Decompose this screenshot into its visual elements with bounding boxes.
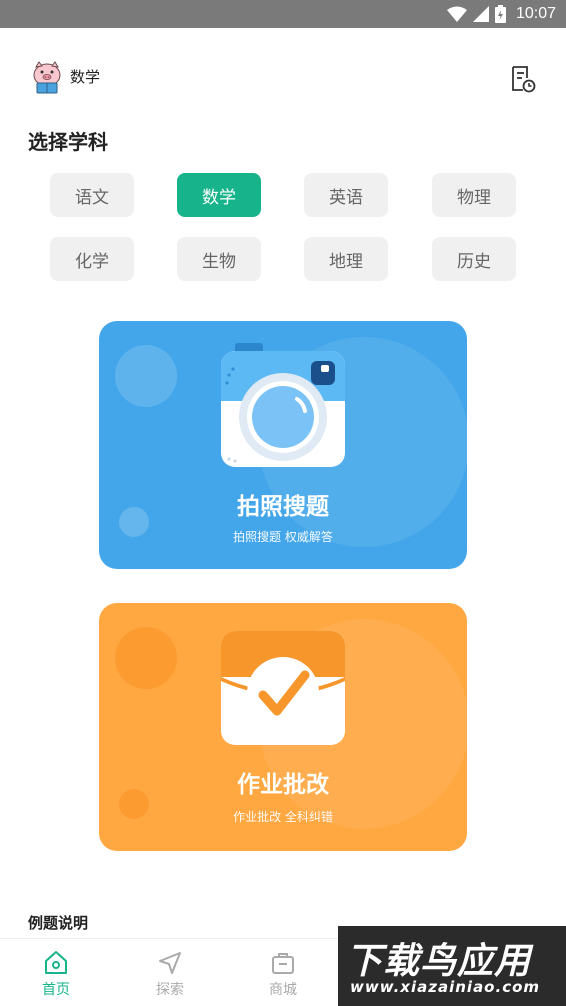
camera-icon [221, 343, 345, 467]
signal-icon [472, 6, 489, 22]
decor-bubble [115, 345, 177, 407]
subject-chip[interactable]: 物理 [432, 173, 516, 217]
photo-search-subtitle: 拍照搜题 权威解答 [233, 530, 333, 544]
homework-check-card[interactable]: 作业批改 作业批改 全科纠错 [99, 603, 467, 851]
subject-chip[interactable]: 生物 [177, 237, 261, 281]
homework-check-title: 作业批改 [237, 772, 329, 798]
shop-icon [272, 953, 294, 974]
homework-check-subtitle: 作业批改 全科纠错 [233, 810, 333, 824]
photo-search-title: 拍照搜题 [237, 494, 329, 520]
watermark-url: www.xiazainiao.com [350, 978, 541, 996]
wifi-icon [446, 6, 467, 22]
navigate-icon [159, 952, 181, 974]
subject-chip[interactable]: 历史 [432, 237, 516, 281]
battery-icon [494, 5, 506, 23]
current-subject: 数学 [70, 68, 101, 86]
decor-bubble [115, 627, 177, 689]
nav-explore-label: 探索 [156, 982, 184, 998]
subject-chip[interactable]: 地理 [304, 237, 388, 281]
home-icon [45, 951, 67, 974]
history-record-icon[interactable] [508, 64, 538, 94]
section-title: 选择学科 [28, 130, 108, 154]
subject-chip[interactable]: 语文 [50, 173, 134, 217]
subject-chip[interactable]: 英语 [304, 173, 388, 217]
status-time: 10:07 [515, 5, 556, 22]
photo-search-card[interactable]: 拍照搜题 拍照搜题 权威解答 [99, 321, 467, 569]
status-icons: 10:07 [446, 4, 556, 24]
checkmark-icon [221, 631, 345, 745]
header: 数学 [0, 28, 566, 124]
nav-explore[interactable]: 探索 [140, 949, 200, 999]
example-section-title: 例题说明 [28, 914, 89, 932]
subject-chip[interactable]: 数学 [177, 173, 261, 217]
nav-shop-label: 商城 [269, 982, 297, 998]
watermark: 下载鸟应用 www.xiazainiao.com [338, 926, 566, 1006]
watermark-main: 下载鸟应用 [346, 941, 532, 982]
nav-home-label: 首页 [42, 982, 70, 998]
nav-home[interactable]: 首页 [26, 949, 86, 999]
pig-avatar-icon[interactable] [30, 60, 64, 94]
subject-chip[interactable]: 化学 [50, 237, 134, 281]
status-bar: 10:07 [0, 0, 566, 28]
nav-shop[interactable]: 商城 [253, 949, 313, 999]
